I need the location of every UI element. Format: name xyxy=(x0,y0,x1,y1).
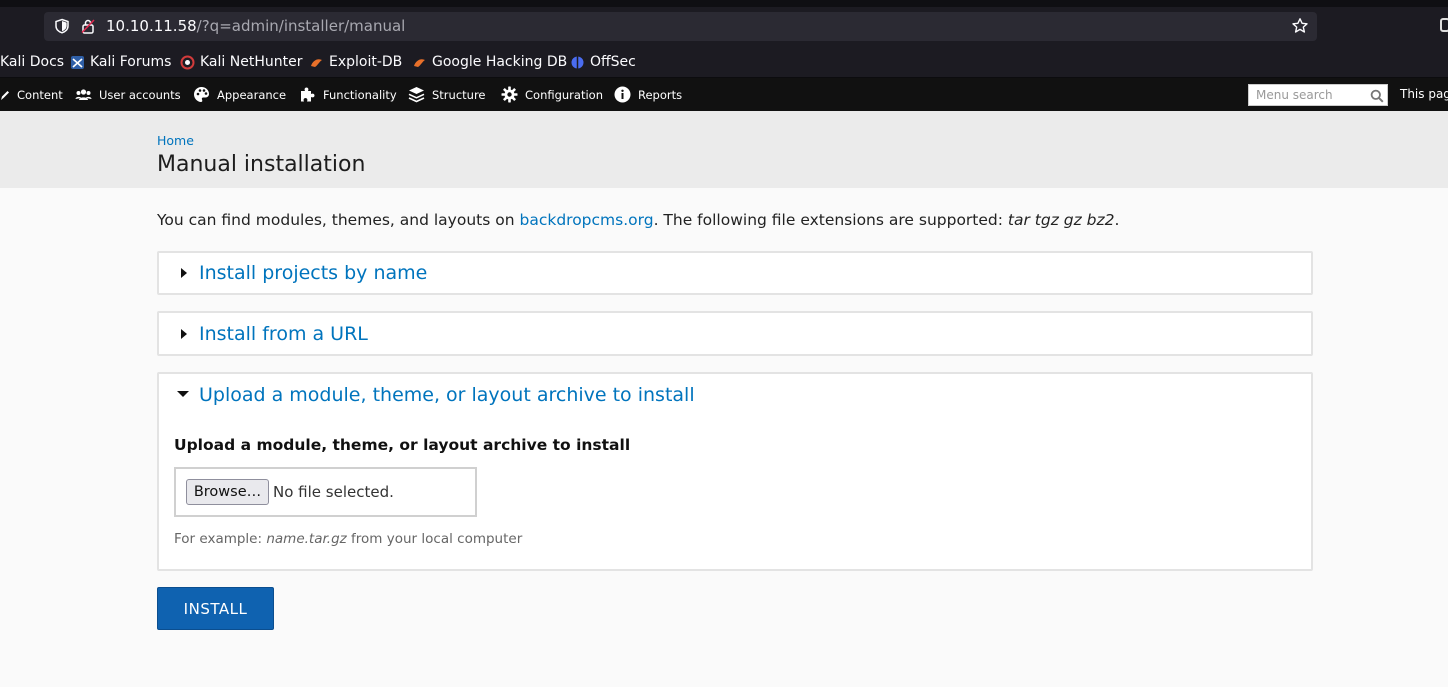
gear-icon xyxy=(501,86,518,103)
exploitdb-icon xyxy=(311,58,322,67)
admin-menu-label: Appearance xyxy=(217,87,287,102)
intro-after: . The following file extensions are supp… xyxy=(653,211,1008,229)
nethunter-icon xyxy=(180,55,195,69)
extension-icon[interactable] xyxy=(1440,18,1448,32)
admin-menu-label: Content xyxy=(17,87,63,102)
no-file-text: No file selected. xyxy=(273,483,394,501)
bookmark-kali-forums[interactable]: Kali Forums xyxy=(70,52,171,72)
offsec-icon xyxy=(571,56,584,68)
supported-extensions: tar tgz gz bz2 xyxy=(1007,211,1115,229)
bookmark-label: Kali NetHunter xyxy=(200,54,303,70)
install-button[interactable]: INSTALL xyxy=(157,587,274,630)
url-host: 10.10.11.58 xyxy=(106,17,197,35)
menu-search-placeholder: Menu search xyxy=(1256,88,1333,102)
puzzle-icon xyxy=(301,87,315,102)
kali-forums-icon xyxy=(71,55,84,69)
users-icon xyxy=(75,89,92,100)
fieldset-upload-archive: Upload a module, theme, or layout archiv… xyxy=(157,372,1313,571)
breadcrumb-home[interactable]: Home xyxy=(157,133,194,148)
browser-toolbar: 10.10.11.58/?q=admin/installer/manual xyxy=(0,0,1448,44)
info-icon xyxy=(614,86,631,103)
bookmark-label: Exploit-DB xyxy=(329,54,403,70)
bookmark-label: Kali Docs xyxy=(0,54,65,70)
palette-icon xyxy=(194,87,209,102)
page-title: Manual installation xyxy=(157,152,366,177)
bookmark-kali-nethunter[interactable]: Kali NetHunter xyxy=(180,52,302,72)
bookmark-label: OffSec xyxy=(590,54,636,70)
shield-icon[interactable] xyxy=(54,18,70,34)
url-text[interactable]: 10.10.11.58/?q=admin/installer/manual xyxy=(106,17,405,35)
admin-menu-label: Structure xyxy=(432,87,486,102)
upload-description: For example: name.tar.gz from your local… xyxy=(174,531,522,547)
search-icon[interactable] xyxy=(1370,89,1384,103)
bookmark-offsec[interactable]: OffSec xyxy=(570,52,636,72)
admin-menu-content[interactable]: Content xyxy=(0,78,63,111)
admin-menu-reports[interactable]: Reports xyxy=(614,78,682,111)
admin-menu-functionality[interactable]: Functionality xyxy=(299,78,397,111)
intro-text: You can find modules, themes, and layout… xyxy=(157,211,1119,229)
intro-end: . xyxy=(1114,211,1120,229)
fieldset-install-from-url[interactable]: Install from a URL xyxy=(157,311,1313,356)
lock-icon[interactable] xyxy=(80,18,96,34)
ghdb-icon xyxy=(414,58,425,67)
collapsed-triangle-icon xyxy=(181,329,187,339)
admin-menu-bar: Content User accounts Appearance Functio… xyxy=(0,78,1448,111)
fieldset-title-by-name[interactable]: Install projects by name xyxy=(199,262,427,284)
bookmark-kali-docs[interactable]: Kali Docs xyxy=(0,52,64,72)
bookmarks-toolbar: Kali Docs Kali Forums Kali NetHunter Exp… xyxy=(0,44,1448,78)
main-content: You can find modules, themes, and layout… xyxy=(0,188,1448,687)
menu-search-input[interactable]: Menu search xyxy=(1248,84,1388,106)
backdropcms-link[interactable]: backdropcms.org xyxy=(519,211,653,229)
desc-before: For example: xyxy=(174,531,267,547)
url-bar[interactable]: 10.10.11.58/?q=admin/installer/manual xyxy=(44,12,1317,41)
admin-menu-label: Reports xyxy=(638,87,683,102)
bookmark-google-hacking-db[interactable]: Google Hacking DB xyxy=(412,52,567,72)
admin-menu-label: Configuration xyxy=(525,87,603,102)
collapsed-triangle-icon xyxy=(181,268,187,278)
url-path: /?q=admin/installer/manual xyxy=(196,17,406,35)
this-page-link[interactable]: This pag xyxy=(1400,87,1448,101)
bookmark-label: Google Hacking DB xyxy=(432,54,568,70)
admin-menu-configuration[interactable]: Configuration xyxy=(501,78,603,111)
bookmark-exploit-db[interactable]: Exploit-DB xyxy=(309,52,402,72)
intro-before: You can find modules, themes, and layout… xyxy=(157,211,520,229)
admin-menu-user-accounts[interactable]: User accounts xyxy=(75,78,181,111)
upload-field-label: Upload a module, theme, or layout archiv… xyxy=(174,436,631,454)
admin-menu-appearance[interactable]: Appearance xyxy=(193,78,286,111)
expanded-triangle-icon xyxy=(177,391,189,397)
browse-button[interactable]: Browse… xyxy=(186,479,269,505)
page-header: Home Manual installation xyxy=(0,111,1448,188)
fieldset-title-upload[interactable]: Upload a module, theme, or layout archiv… xyxy=(199,384,695,406)
fieldset-install-by-name[interactable]: Install projects by name xyxy=(157,251,1313,295)
tab-strip xyxy=(0,0,1448,7)
fieldset-title-from-url[interactable]: Install from a URL xyxy=(199,323,368,345)
layers-icon xyxy=(408,87,425,103)
admin-menu-label: User accounts xyxy=(99,87,181,102)
admin-menu-label: Functionality xyxy=(323,87,397,102)
pencil-icon xyxy=(1,90,9,100)
file-upload-input[interactable]: Browse… No file selected. xyxy=(174,467,477,517)
desc-example: name.tar.gz xyxy=(266,531,347,547)
bookmark-label: Kali Forums xyxy=(90,54,172,70)
desc-after: from your local computer xyxy=(346,531,523,547)
admin-menu-structure[interactable]: Structure xyxy=(408,78,486,111)
bookmark-star-icon[interactable] xyxy=(1291,17,1309,35)
